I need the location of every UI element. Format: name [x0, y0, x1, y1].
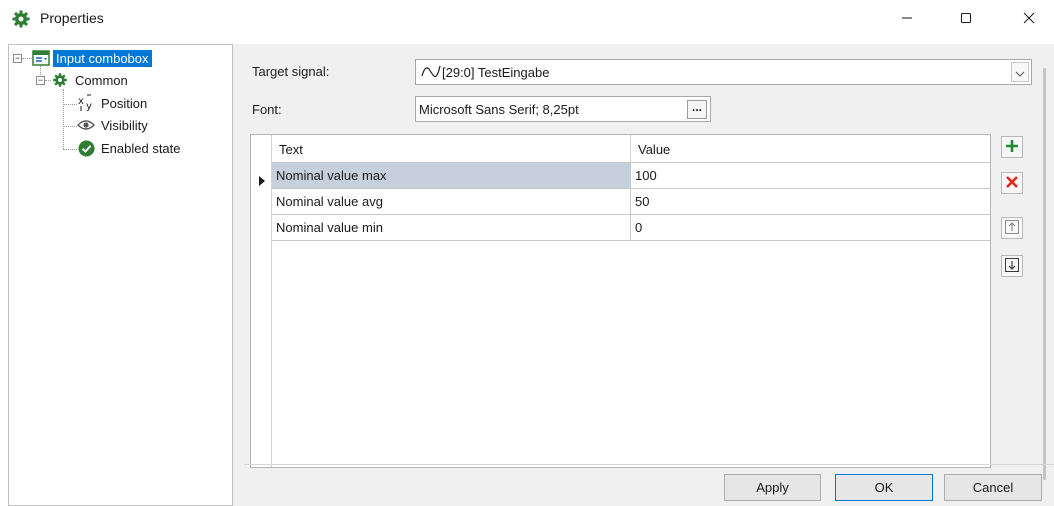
tree-item-position[interactable]: x y Position	[77, 94, 150, 112]
add-row-button[interactable]	[1001, 136, 1023, 158]
check-circle-icon	[77, 139, 95, 157]
table-header: Text Value	[272, 135, 990, 163]
tree-item-enabled-state[interactable]: Enabled state	[77, 139, 184, 157]
font-label: Font:	[252, 102, 282, 117]
minimize-button[interactable]	[884, 0, 930, 38]
tree-item-visibility[interactable]: Visibility	[77, 116, 151, 134]
tree-item-label: Common	[75, 72, 128, 88]
values-table[interactable]: Text Value Nominal value max 100 Nominal…	[250, 134, 991, 468]
property-tree[interactable]: − Input combobox − Common x y Position V…	[8, 44, 233, 506]
svg-text:x: x	[78, 96, 84, 107]
title-bar: Properties	[0, 0, 1054, 38]
text-cell[interactable]: Nominal value max	[272, 163, 631, 188]
tree-collapse-toggle[interactable]: −	[13, 54, 22, 63]
table-row[interactable]: Nominal value min 0	[272, 215, 990, 241]
chevron-down-icon	[1015, 65, 1025, 80]
gear-icon	[51, 71, 69, 89]
tree-item-label: Input combobox	[53, 49, 152, 67]
apply-button[interactable]: Apply	[724, 474, 821, 501]
tree-item-label: Enabled state	[101, 140, 181, 156]
tree-item-label: Position	[101, 95, 148, 111]
maximize-button[interactable]	[943, 0, 989, 38]
current-row-arrow-icon	[259, 176, 265, 186]
minimize-icon	[901, 12, 913, 27]
tree-connector	[63, 89, 64, 149]
add-icon	[1005, 139, 1019, 156]
pane-splitter[interactable]	[233, 44, 244, 506]
value-cell[interactable]: 0	[631, 215, 990, 240]
eye-icon	[77, 116, 95, 134]
move-down-button[interactable]	[1001, 255, 1023, 277]
combobox-icon	[32, 49, 50, 67]
gear-icon	[11, 9, 31, 29]
ok-button[interactable]: OK	[835, 474, 933, 501]
dropdown-button[interactable]	[1011, 62, 1029, 82]
font-field[interactable]: Microsoft Sans Serif; 8,25pt ...	[415, 96, 711, 122]
tree-collapse-toggle[interactable]: −	[36, 76, 45, 85]
target-signal-select[interactable]: [29:0] TestEingabe	[415, 59, 1032, 85]
font-value: Microsoft Sans Serif; 8,25pt	[419, 102, 579, 117]
vertical-scrollbar[interactable]	[1043, 68, 1046, 480]
tree-connector	[63, 149, 77, 150]
maximize-icon	[960, 12, 972, 27]
tree-item-input-combobox[interactable]: Input combobox	[32, 49, 152, 67]
tree-item-label: Visibility	[101, 117, 148, 133]
signal-wave-icon	[421, 64, 441, 83]
xy-icon: x y	[77, 94, 95, 112]
tree-connector	[63, 126, 77, 127]
text-cell[interactable]: Nominal value min	[272, 215, 631, 240]
tree-connector	[22, 58, 32, 59]
tree-item-common[interactable]: Common	[51, 71, 131, 89]
move-up-icon	[1005, 219, 1019, 237]
cancel-button[interactable]: Cancel	[944, 474, 1042, 501]
table-row[interactable]: Nominal value max 100	[272, 163, 990, 189]
table-row[interactable]: Nominal value avg 50	[272, 189, 990, 215]
move-down-icon	[1005, 257, 1019, 275]
properties-panel: Target signal: [29:0] TestEingabe Font: …	[244, 44, 1054, 506]
close-icon	[1023, 12, 1035, 27]
window-title: Properties	[40, 10, 104, 26]
value-cell[interactable]: 50	[631, 189, 990, 214]
delete-icon	[1005, 175, 1019, 192]
svg-text:y: y	[86, 101, 92, 112]
close-button[interactable]	[1006, 0, 1052, 38]
value-cell[interactable]: 100	[631, 163, 990, 188]
column-header-text[interactable]: Text	[272, 135, 631, 163]
font-browse-button[interactable]: ...	[687, 100, 707, 119]
tree-connector	[63, 104, 77, 105]
column-header-value[interactable]: Value	[631, 135, 990, 163]
text-cell[interactable]: Nominal value avg	[272, 189, 631, 214]
target-signal-value: [29:0] TestEingabe	[442, 65, 550, 80]
move-up-button[interactable]	[1001, 217, 1023, 239]
delete-row-button[interactable]	[1001, 172, 1023, 194]
footer-divider	[244, 464, 1054, 465]
target-signal-label: Target signal:	[252, 64, 330, 79]
